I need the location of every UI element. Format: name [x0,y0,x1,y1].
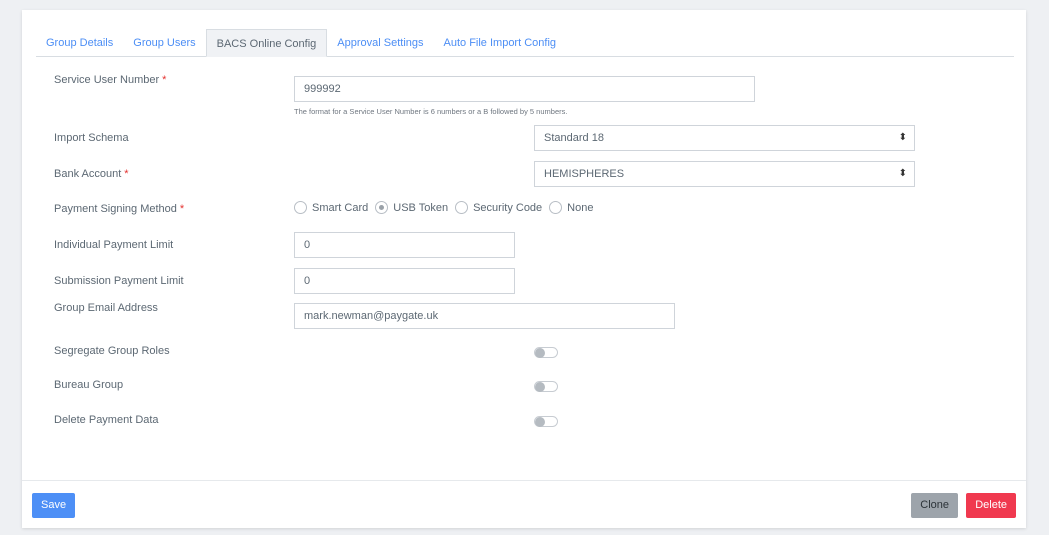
group-email-address-label: Group Email Address [54,302,158,314]
tab-bacs-online-config[interactable]: BACS Online Config [205,29,328,57]
required-marker: * [179,203,185,215]
delete-payment-data-row: Delete Payment Data [54,413,1006,427]
payment-signing-method-row: Payment Signing Method * Smart Card USB T… [54,201,1006,217]
radio-smart-card[interactable]: Smart Card [294,201,368,214]
payment-signing-method-label: Payment Signing Method * [54,203,294,215]
bureau-group-toggle[interactable] [534,380,558,392]
save-button[interactable]: Save [32,493,76,518]
required-marker: * [162,74,167,86]
tab-group-users[interactable]: Group Users [123,29,205,57]
tab-group-details[interactable]: Group Details [36,29,123,57]
required-marker: * [124,168,129,180]
segregate-group-roles-row: Segregate Group Roles [54,344,1006,358]
delete-button[interactable]: Delete [966,493,1016,518]
segregate-group-roles-toggle[interactable] [534,346,558,358]
toggle-knob [535,347,545,358]
radio-security-code[interactable]: Security Code [455,201,542,214]
radio-none[interactable]: None [549,201,593,214]
radio-usb-token[interactable]: USB Token [375,201,448,214]
tab-approval-settings[interactable]: Approval Settings [327,29,433,57]
submission-payment-limit-row: Submission Payment Limit 0 [54,268,1006,294]
import-schema-row: Import Schema Standard 18 ⬍ [54,125,1006,151]
segregate-group-roles-label: Segregate Group Roles [54,345,170,357]
delete-payment-data-label: Delete Payment Data [54,414,159,426]
label-text: Bank Account [54,168,122,180]
group-config-card: Group Details Group Users BACS Online Co… [22,10,1026,528]
tab-bar: Group Details Group Users BACS Online Co… [36,29,1014,57]
toggle-knob [535,381,545,392]
service-user-number-input[interactable]: 999992 [294,76,755,102]
bureau-group-label: Bureau Group [54,379,124,391]
toggle-knob [535,416,545,427]
individual-payment-limit-input[interactable]: 0 [294,232,515,258]
radio-label: None [567,201,594,214]
individual-payment-limit-row: Individual Payment Limit 0 [54,232,1006,258]
bank-account-select[interactable]: HEMISPHERES ⬍ [534,161,915,187]
import-schema-select[interactable]: Standard 18 ⬍ [534,125,915,151]
radio-label: Smart Card [312,201,369,214]
bank-account-label: Bank Account * [54,168,294,180]
service-user-number-row: Service User Number * 999992 The format f… [54,74,1006,116]
delete-payment-data-toggle[interactable] [534,415,558,427]
label-text: Payment Signing Method [54,203,177,215]
bureau-group-row: Bureau Group [54,378,1006,392]
payment-signing-method-radios: Smart Card USB Token Security Code None [294,201,600,214]
group-email-address-input[interactable]: mark.newman@paygate.uk [294,303,675,329]
individual-payment-limit-label: Individual Payment Limit [54,239,174,251]
select-caret-icon: ⬍ [898,168,907,179]
submission-payment-limit-label: Submission Payment Limit [54,275,184,287]
radio-label: USB Token [393,201,449,214]
bank-account-value: HEMISPHERES [544,168,625,180]
service-user-number-label: Service User Number * [54,74,294,86]
import-schema-label: Import Schema [54,132,129,144]
submission-payment-limit-input[interactable]: 0 [294,268,515,294]
radio-selected-icon [375,201,389,214]
card-footer: Save Clone Delete [22,480,1026,528]
radio-circle-icon [294,201,307,214]
bank-account-row: Bank Account * HEMISPHERES ⬍ [54,161,1006,187]
select-caret-icon: ⬍ [898,132,907,143]
label-text: Service User Number [54,74,160,86]
group-email-address-row: Group Email Address mark.newman@paygate.… [54,302,1006,329]
radio-label: Security Code [473,201,543,214]
clone-button[interactable]: Clone [911,493,958,518]
service-user-number-help: The format for a Service User Number is … [294,107,568,116]
tab-auto-file-import-config[interactable]: Auto File Import Config [434,29,567,57]
radio-circle-icon [455,201,469,214]
import-schema-value: Standard 18 [544,132,604,144]
radio-circle-icon [549,201,563,214]
